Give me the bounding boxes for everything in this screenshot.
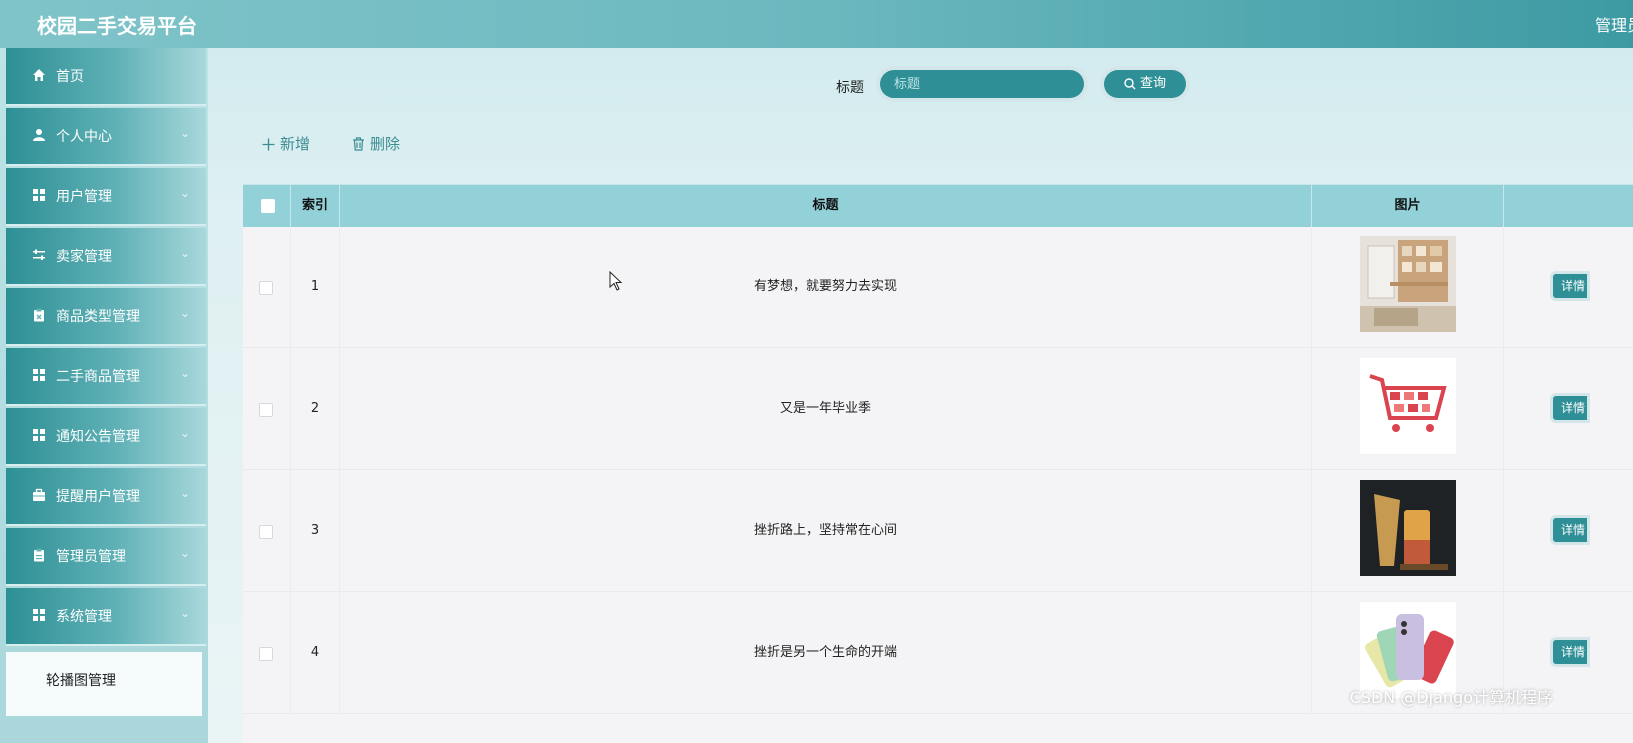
- sidebar-item-system[interactable]: 系统管理 ⌄: [6, 588, 206, 646]
- chevron-down-icon: ⌄: [179, 246, 190, 260]
- search-label: 标题: [836, 80, 864, 96]
- query-button[interactable]: 查询: [1104, 70, 1186, 98]
- table-row: 2 又是一年毕业季 详情: [243, 348, 1633, 470]
- table-row: 1 有梦想，就要努力去实现 详情: [243, 226, 1633, 348]
- app-title: 校园二手交易平台: [37, 14, 197, 38]
- header-index: 索引: [291, 185, 340, 227]
- sidebar-item-sellers[interactable]: 卖家管理 ⌄: [6, 228, 206, 286]
- sidebar-item-label: 卖家管理: [56, 249, 112, 265]
- query-button-label: 查询: [1139, 76, 1166, 91]
- sidebar-item-profile[interactable]: 个人中心 ⌄: [6, 108, 206, 166]
- row-title: 挫折路上，坚持常在心间: [340, 470, 1312, 592]
- row-index: 4: [291, 592, 340, 714]
- row-checkbox[interactable]: [259, 281, 273, 295]
- sidebar-item-used-goods[interactable]: 二手商品管理 ⌄: [6, 348, 206, 406]
- header-title: 标题: [340, 185, 1312, 227]
- chevron-down-icon: ⌄: [179, 606, 190, 620]
- grid-icon: [33, 369, 45, 381]
- sidebar-item-users[interactable]: 用户管理 ⌄: [6, 168, 206, 226]
- sidebar-item-label: 通知公告管理: [56, 429, 140, 445]
- row-title: 挫折是另一个生命的开端: [340, 592, 1312, 714]
- trash-icon: [353, 137, 364, 151]
- sidebar-item-label: 二手商品管理: [56, 369, 140, 385]
- sidebar-item-label: 提醒用户管理: [56, 489, 140, 505]
- grid-icon: [33, 609, 45, 621]
- row-detail-button[interactable]: 详情: [1550, 515, 1590, 545]
- add-button-label: 新增: [280, 135, 311, 153]
- clipboard-icon: [34, 548, 44, 562]
- sidebar-item-label: 首页: [56, 69, 84, 85]
- sidebar-subitem-label: 轮播图管理: [46, 673, 116, 689]
- delete-button[interactable]: 删除: [352, 133, 400, 154]
- sidebar-item-label: 个人中心: [56, 129, 112, 145]
- row-detail-button[interactable]: 详情: [1550, 393, 1590, 423]
- table-row: 3 挫折路上，坚持常在心间 详情: [243, 470, 1633, 592]
- briefcase-icon: [33, 488, 45, 501]
- header-image: 图片: [1312, 185, 1504, 227]
- chevron-down-icon: ⌄: [179, 366, 190, 380]
- sidebar-item-reminders[interactable]: 提醒用户管理 ⌄: [6, 468, 206, 526]
- grid-icon: [33, 189, 45, 201]
- row-checkbox-cell: [243, 348, 291, 470]
- sidebar-subitem-carousel[interactable]: 轮播图管理: [6, 652, 202, 716]
- row-checkbox-cell: [243, 226, 291, 348]
- watermark: CSDN @Django计算机程序: [1349, 688, 1553, 707]
- home-icon: [33, 69, 45, 81]
- clipboard-icon: [34, 308, 44, 322]
- search-icon: [1124, 77, 1136, 89]
- add-button[interactable]: 新增: [262, 133, 310, 154]
- header-checkbox-cell: [243, 185, 291, 227]
- user-menu[interactable]: 管理员: [1595, 12, 1633, 36]
- sidebar-item-notices[interactable]: 通知公告管理 ⌄: [6, 408, 206, 466]
- sidebar-item-admins[interactable]: 管理员管理 ⌄: [6, 528, 206, 586]
- sidebar-item-label: 用户管理: [56, 189, 112, 205]
- plus-icon: [262, 138, 275, 151]
- row-index: 1: [291, 226, 340, 348]
- row-detail-button[interactable]: 详情: [1550, 637, 1590, 667]
- chevron-down-icon: ⌄: [179, 426, 190, 440]
- delete-button-label: 删除: [370, 135, 401, 153]
- top-bar: 校园二手交易平台 管理员: [0, 0, 1633, 48]
- shopping-cart-photo: [1360, 358, 1456, 454]
- header-actions: [1504, 185, 1633, 227]
- row-detail-button[interactable]: 详情: [1550, 271, 1590, 301]
- grid-icon: [33, 429, 45, 441]
- table-header: 索引 标题 图片: [243, 184, 1633, 227]
- sidebar-item-label: 系统管理: [56, 609, 112, 625]
- mouse-cursor-icon: [609, 271, 623, 291]
- row-index: 2: [291, 348, 340, 470]
- row-index: 3: [291, 470, 340, 592]
- chevron-down-icon: ⌄: [179, 486, 190, 500]
- sidebar-item-home[interactable]: 首页: [6, 48, 206, 106]
- row-checkbox[interactable]: [259, 403, 273, 417]
- desk-photo: [1360, 236, 1456, 332]
- chevron-down-icon: ⌄: [179, 186, 190, 200]
- sliders-icon: [33, 249, 45, 260]
- chevron-down-icon: ⌄: [179, 306, 190, 320]
- row-checkbox[interactable]: [259, 525, 273, 539]
- sidebar-item-label: 管理员管理: [56, 549, 126, 565]
- row-checkbox[interactable]: [259, 647, 273, 661]
- sidebar-item-product-types[interactable]: 商品类型管理 ⌄: [6, 288, 206, 346]
- chevron-down-icon: ⌄: [179, 546, 190, 560]
- sidebar-item-label: 商品类型管理: [56, 309, 140, 325]
- user-icon: [33, 129, 45, 141]
- row-checkbox-cell: [243, 470, 291, 592]
- row-title: 又是一年毕业季: [340, 348, 1312, 470]
- chevron-down-icon: ⌄: [179, 126, 190, 140]
- row-checkbox-cell: [243, 592, 291, 714]
- data-table: 索引 标题 图片 1 有梦想，就要努力去实现 详情 2 又是一年毕业季 详情 3…: [243, 184, 1633, 743]
- sidebar: 首页 个人中心 ⌄ 用户管理 ⌄ 卖家管理 ⌄ 商品类型管理 ⌄ 二手商品管理 …: [0, 48, 208, 743]
- search-input[interactable]: [880, 70, 1084, 98]
- row-title: 有梦想，就要努力去实现: [340, 226, 1312, 348]
- drinks-photo: [1360, 480, 1456, 576]
- select-all-checkbox[interactable]: [261, 199, 275, 213]
